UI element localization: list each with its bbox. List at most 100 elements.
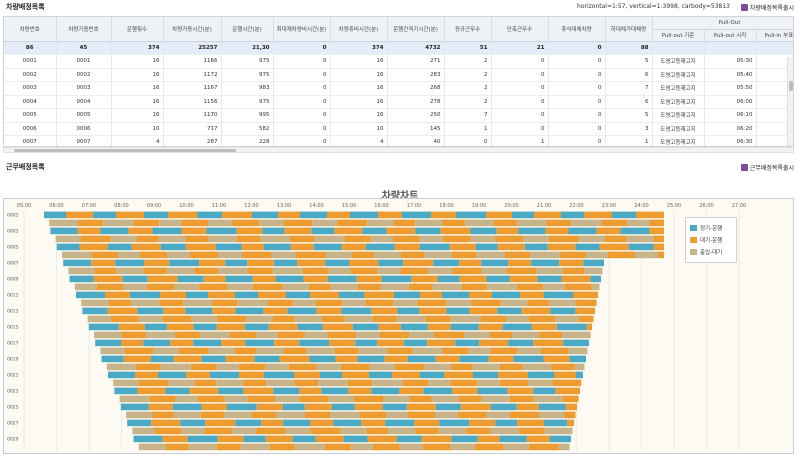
col-header[interactable]: 운행횟수: [111, 17, 164, 42]
trip-bar: [238, 363, 266, 371]
table-cell: 2: [444, 54, 492, 69]
table-row[interactable]: 0004 0004 16 1156 975 0 16 278 2 0 0 6 도영고등재고지 06:00: [4, 95, 793, 109]
table-cell: 0002: [4, 68, 57, 82]
table-row[interactable]: 0002 0002 16 1172 975 0 16 283 2 0 0 6 도영고등재고지 05:40: [4, 68, 793, 82]
trip-bar: [604, 235, 627, 243]
table-row[interactable]: 0006 0006 10 717 582 0 10 145 1 0 0 3 도영고등재고지 06:20: [4, 122, 793, 136]
col-header[interactable]: Pull-out 시각: [704, 29, 757, 42]
trip-bar: [259, 219, 284, 227]
trip-bar: [435, 355, 460, 363]
trip-bar: [330, 411, 360, 419]
trip-bar: [437, 275, 460, 283]
table-row[interactable]: 0005 0005 16 1170 995 0 16 250 7 0 0 5 도영고등재고지 06:10: [4, 108, 793, 123]
col-header[interactable]: 최대재차량비시간(분): [273, 17, 331, 42]
trip-bar: [143, 339, 171, 347]
trip-bar: [628, 243, 654, 251]
table-cell: 0004: [56, 95, 112, 109]
scroll-thumb[interactable]: [14, 149, 236, 152]
trip-bar: [528, 315, 556, 323]
col-header[interactable]: 단축근무수: [491, 17, 549, 42]
trip-bar: [241, 243, 264, 251]
y-tick-label: 0013: [7, 309, 19, 315]
trip-bar: [208, 347, 235, 355]
trip-bar: [431, 211, 456, 219]
trip-bar: [365, 299, 394, 307]
vehicle-assignment-export-button[interactable]: 차량배정목록출시: [740, 3, 794, 12]
trip-bar: [537, 275, 562, 283]
trip-bar: [361, 419, 386, 427]
trip-bar: [476, 251, 505, 259]
col-header[interactable]: 운행시간(분): [221, 17, 274, 42]
col-header[interactable]: 차량가동시간(분): [163, 17, 222, 42]
col-header[interactable]: 차량기종번호: [56, 17, 112, 42]
trip-bar: [560, 251, 586, 259]
trip-bar: [488, 355, 514, 363]
trip-bar: [185, 235, 209, 243]
table-cell: 도영고등재고지: [652, 95, 705, 109]
trip-bar: [258, 291, 286, 299]
trip-bar: [328, 267, 351, 275]
table-row[interactable]: 0007 0007 4 287 228 0 4 40 0 1 0 1 도영고등재고지 06:30: [4, 135, 793, 146]
trip-bar: [167, 251, 190, 259]
trip-bar: [160, 291, 186, 299]
trip-bar: [330, 283, 358, 291]
vehicle-assignment-grid[interactable]: 차량번호 차량기종번호 운행횟수 차량가동시간(분) 운행시간(분) 최대재차량…: [3, 16, 794, 147]
trip-bar: [234, 347, 257, 355]
col-header[interactable]: Pull-in 부표지: [756, 29, 793, 42]
trip-bar: [283, 347, 307, 355]
trip-bar: [337, 219, 368, 227]
trip-bar: [403, 259, 434, 267]
col-header[interactable]: 차량휴비시간(분): [330, 17, 388, 42]
trip-bar: [303, 275, 328, 283]
trip-bar: [55, 235, 81, 243]
trip-bar: [590, 331, 591, 339]
trip-bar: [459, 259, 482, 267]
trip-bar: [392, 235, 420, 243]
trip-bar: [118, 251, 140, 259]
table-row[interactable]: 0001 0001 16 1166 975 0 16 271 2 0 0 5 도영고등재고지 05:30: [4, 54, 793, 69]
trip-bar: [378, 211, 402, 219]
trip-bar: [274, 339, 300, 347]
trip-bar: [308, 283, 331, 291]
trip-bar: [544, 291, 573, 299]
trip-bar: [173, 355, 202, 363]
table-cell: 0: [491, 54, 549, 69]
col-header[interactable]: 하대체가대체량: [605, 17, 653, 42]
col-header[interactable]: Pull-out 기준: [652, 29, 705, 42]
trip-bar: [187, 435, 218, 443]
trip-bar: [402, 379, 429, 387]
trip-bar: [481, 267, 507, 275]
trip-bar: [608, 251, 635, 259]
trip-bar: [552, 379, 582, 387]
trip-bar: [208, 291, 235, 299]
grid-horizontal-scrollbar[interactable]: [3, 147, 794, 153]
trip-bar: [417, 299, 447, 307]
trip-bar: [329, 339, 356, 347]
trip-bar: [314, 235, 345, 243]
trip-bar: [371, 387, 400, 395]
scroll-thumb[interactable]: [789, 81, 793, 91]
table-cell: 5: [605, 108, 653, 123]
trip-bar: [578, 235, 605, 243]
schedule-export-button[interactable]: 근무배정목록출시: [740, 163, 794, 172]
trip-bar: [335, 355, 358, 363]
trip-bar: [96, 283, 124, 291]
table-cell: 06:00: [704, 95, 757, 109]
trip-bar: [274, 259, 298, 267]
trip-bar: [77, 227, 101, 235]
trip-bar: [113, 379, 139, 387]
col-header[interactable]: 휴식대체차량: [548, 17, 606, 42]
trip-bar: [409, 395, 432, 403]
summary-row: 86 45 374 25257 21,30 0 374 4732 51 21 0 88: [4, 41, 793, 55]
trip-bar: [442, 235, 471, 243]
trip-bar: [165, 387, 190, 395]
trip-bar: [144, 259, 170, 267]
col-header[interactable]: 운행간격기시간(분): [387, 17, 445, 42]
grid-vertical-scrollbar[interactable]: [787, 57, 793, 146]
trip-bar: [103, 219, 134, 227]
table-row[interactable]: 0003 0003 16 1167 983 0 16 268 2 0 0 7 도영고등재고지 05:50: [4, 81, 793, 96]
col-header[interactable]: 정규근무수: [444, 17, 492, 42]
trip-bar: [583, 259, 604, 267]
col-header[interactable]: 차량번호: [4, 17, 57, 42]
y-tick-label: 0015: [7, 325, 19, 331]
